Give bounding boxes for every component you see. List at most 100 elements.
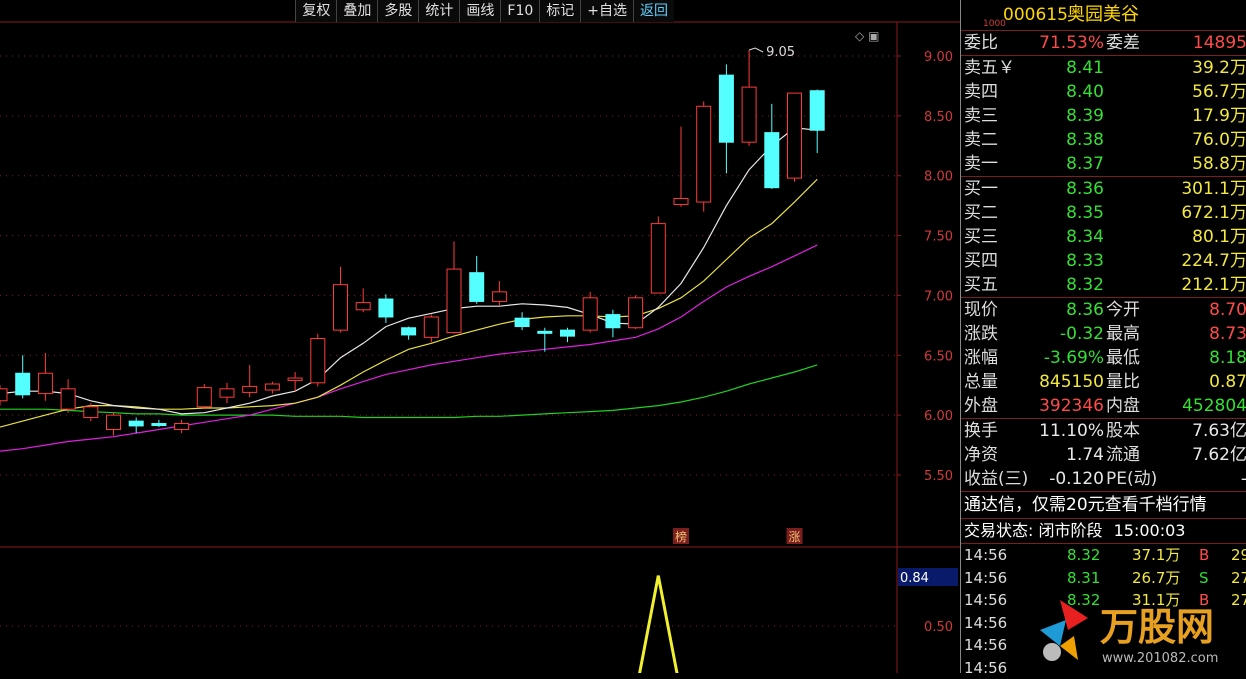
sell-level-volume: 56.7万 [1192, 80, 1246, 104]
marker-bang: 榜 [675, 529, 687, 544]
stat-row: 换手11.10%股本7.63亿 [961, 419, 1246, 443]
buy-level-label: 买五 [964, 273, 998, 297]
tick-direction: B [1199, 544, 1209, 567]
candle-body [16, 373, 30, 395]
kline-chart-area[interactable]: 9.008.508.007.507.006.506.005.509.05榜涨0.… [0, 0, 960, 673]
candle-body [492, 292, 506, 302]
toolbar-button-0[interactable]: 复权 [295, 0, 336, 22]
quote-label2: 今开 [1106, 298, 1140, 322]
candle-body [288, 378, 302, 380]
quote-value2: 0.87 [1209, 370, 1246, 394]
toolbar-button-8[interactable]: 返回 [633, 0, 674, 22]
window-icon[interactable]: ▣ [868, 29, 879, 43]
buy-level-row[interactable]: 买二8.35672.1万 [961, 201, 1246, 225]
candle-body [38, 373, 52, 393]
tick-time: 14:56 [964, 567, 1007, 590]
tick-time: 14:56 [964, 657, 1007, 679]
toolbar-button-5[interactable]: F10 [500, 0, 539, 22]
candle-body [0, 389, 7, 401]
quote-value: -0.32 [1060, 322, 1104, 346]
buy-level-label: 买二 [964, 201, 998, 225]
sell-level-row[interactable]: 卖四 8.40 56.7万 [961, 80, 1246, 104]
quote-row: 涨跌 -0.32最高 8.73 [961, 322, 1246, 346]
quote-value2: 452804 [1182, 394, 1246, 418]
stock-header: 1000 000615 奥园美谷 [961, 0, 1246, 31]
candle-body [538, 331, 552, 333]
candle-body [107, 415, 121, 429]
sell-level-volume: 39.2万 [1192, 56, 1246, 80]
stock-name[interactable]: 奥园美谷 [1067, 0, 1139, 30]
tick-volume: 26.7万 [1132, 567, 1180, 590]
stat-value2: 7.63亿 [1192, 419, 1246, 443]
sell-level-row[interactable]: 卖二8.3876.0万 [961, 128, 1246, 152]
sell-level-label: 卖一 [964, 152, 998, 176]
quote-label: 外盘 [964, 394, 998, 418]
wei-value2: 14895 [1193, 31, 1246, 55]
stat-value: -0.120 [1049, 467, 1104, 491]
quote-row: 现价8.36今开8.70 [961, 298, 1246, 322]
toolbar-button-2[interactable]: 多股 [377, 0, 418, 22]
stat-label2: 股本 [1106, 419, 1140, 443]
quote-value2: 8.18 [1209, 346, 1246, 370]
tick-count: 29 [1231, 544, 1246, 567]
sell-level-row[interactable]: 卖三8.3917.9万 [961, 104, 1246, 128]
diamond-icon[interactable]: ◇ [855, 29, 864, 43]
toolbar-button-1[interactable]: 叠加 [336, 0, 377, 22]
buy-level-row[interactable]: 买五8.32212.1万 [961, 273, 1246, 297]
marker-zhang: 涨 [788, 529, 800, 544]
candle-body [561, 330, 575, 336]
sell-level-label: 卖二 [964, 128, 998, 152]
y-tick-label: 8.50 [924, 110, 953, 125]
toolbar-button-3[interactable]: 统计 [418, 0, 459, 22]
quote-label: 涨跌 [964, 322, 998, 346]
kline-chart[interactable]: 9.008.508.007.507.006.506.005.509.05榜涨0.… [0, 0, 960, 673]
toolbar-button-4[interactable]: 画线 [459, 0, 500, 22]
ad-banner[interactable]: 通达信，仅需20元查看千档行情 [961, 491, 1246, 518]
quote-label2: 最低 [1106, 346, 1140, 370]
stat-row: 净资1.74流通7.62亿 [961, 443, 1246, 467]
sell-level-volume: 58.8万 [1192, 152, 1246, 176]
sell-level-volume: 17.9万 [1192, 104, 1246, 128]
chart-corner-icons[interactable]: ◇ ▣ [855, 29, 879, 43]
buy-level-row[interactable]: 买一8.36301.1万 [961, 177, 1246, 201]
toolbar-button-6[interactable]: 标记 [539, 0, 580, 22]
stat-label2: PE(动) [1106, 467, 1157, 491]
tick-volume: 37.1万 [1132, 544, 1180, 567]
buy-level-price: 8.36 [1066, 177, 1104, 201]
candle-body [515, 318, 529, 326]
sell-level-price: 8.37 [1066, 152, 1104, 176]
toolbar-button-7[interactable]: +自选 [580, 0, 633, 22]
sell-level-price: 8.40 [1066, 80, 1104, 104]
candle-body [129, 421, 143, 426]
tick-time: 14:56 [964, 544, 1007, 567]
quote-value2: 8.73 [1209, 322, 1246, 346]
y-tick-label: 6.00 [924, 409, 953, 424]
indicator-value-label: 0.84 [900, 571, 929, 586]
stat-value2: - [1241, 467, 1246, 491]
y-tick-label: 7.00 [924, 289, 953, 304]
candle-body [583, 298, 597, 330]
quote-label2: 最高 [1106, 322, 1140, 346]
buy-level-volume: 80.1万 [1192, 225, 1246, 249]
watermark-url: www.201082.com [1102, 651, 1218, 666]
stat-row: 收益(三)-0.120PE(动)- [961, 467, 1246, 491]
sell-level-price: 8.41 [1066, 56, 1104, 80]
quote-value: 392346 [1039, 394, 1104, 418]
y-tick-label: 5.50 [924, 469, 953, 484]
sell-level-label: 卖四 [964, 80, 998, 104]
candle-body [697, 106, 711, 202]
stock-code[interactable]: 000615 [1003, 0, 1068, 30]
tick-row: 14:568.3237.1万B29 [961, 544, 1246, 567]
sell-level-row[interactable]: 卖五￥8.4139.2万 [961, 56, 1246, 80]
stat-value: 1.74 [1066, 443, 1104, 467]
buy-level-label: 买四 [964, 249, 998, 273]
stat-label2: 流通 [1106, 443, 1140, 467]
candle-body [788, 93, 802, 178]
buy-level-row[interactable]: 买三8.3480.1万 [961, 225, 1246, 249]
buy-level-label: 买一 [964, 177, 998, 201]
quote-value2: 8.70 [1209, 298, 1246, 322]
sell-level-row[interactable]: 卖一 8.37 58.8万 [961, 152, 1246, 176]
buy-level-price: 8.34 [1066, 225, 1104, 249]
quote-label: 涨幅 [964, 346, 998, 370]
buy-level-row[interactable]: 买四8.33224.7万 [961, 249, 1246, 273]
